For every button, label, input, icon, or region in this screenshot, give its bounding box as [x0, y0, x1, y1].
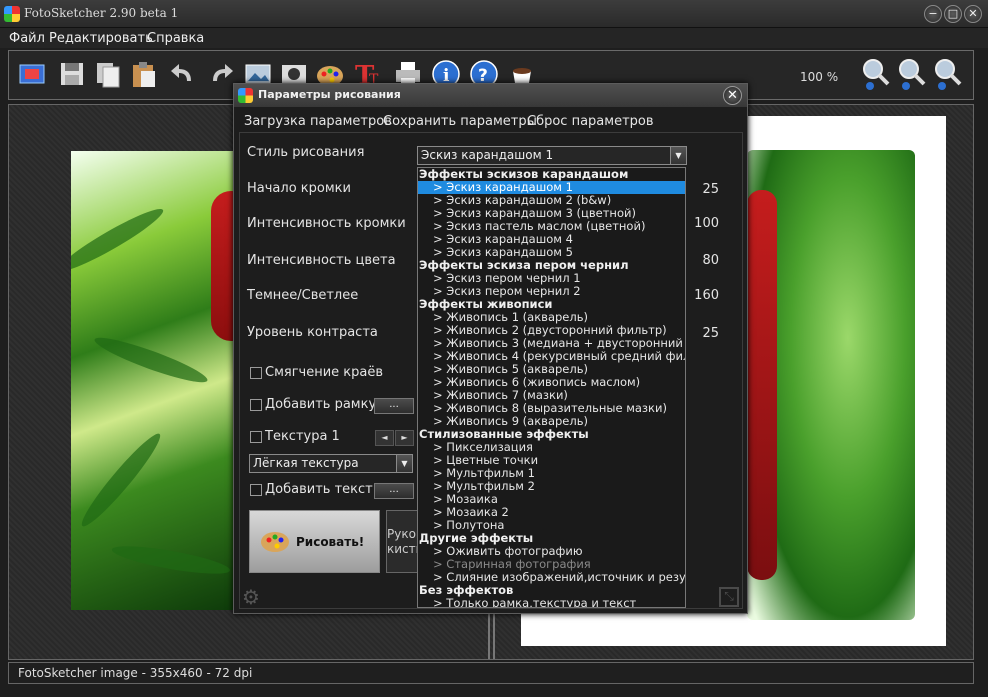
parrot	[747, 190, 777, 580]
menu-help[interactable]: Справка	[147, 31, 204, 46]
open-image-icon[interactable]	[15, 57, 49, 91]
param-label: Начало кромки	[247, 181, 351, 196]
param-label: Интенсивность кромки	[247, 216, 406, 231]
add-text-label: Добавить текст	[265, 482, 373, 497]
status-text: FotoSketcher image - 355x460 - 72 dpi	[18, 666, 253, 680]
zoom-out-icon[interactable]	[859, 57, 893, 91]
add-frame-label: Добавить рамку	[265, 397, 377, 412]
app-icon	[238, 88, 253, 103]
dialog-close-button[interactable]: ✕	[723, 86, 742, 105]
guide-label-line1: Руков	[387, 527, 417, 541]
add-text-checkbox[interactable]	[250, 484, 262, 496]
style-select-value: Эскиз карандашом 1	[421, 148, 554, 162]
paste-icon[interactable]	[127, 57, 161, 91]
sketch-result	[747, 150, 915, 620]
app-icon	[4, 6, 20, 22]
title-bar: FotoSketcher 2.90 beta 1 − □ ✕	[0, 0, 988, 28]
load-parameters-menu[interactable]: Загрузка параметров	[244, 114, 392, 129]
texture-select-value: Лёгкая текстура	[253, 456, 359, 470]
menu-bar: Файл Редактировать Справка	[0, 28, 988, 48]
texture-prev-button[interactable]: ◄	[375, 430, 394, 446]
texture-label: Текстура 1	[265, 429, 340, 444]
minimize-button[interactable]: −	[924, 5, 942, 23]
guide-label-line2: кисти	[387, 542, 417, 556]
style-label: Стиль рисования	[247, 145, 365, 160]
draw-button[interactable]: Рисовать!	[249, 510, 380, 573]
draw-button-label: Рисовать!	[296, 535, 365, 549]
original-photo	[71, 151, 233, 610]
gear-icon[interactable]: ⚙	[242, 585, 260, 609]
zoom-fit-icon[interactable]	[895, 57, 929, 91]
texture-checkbox[interactable]	[250, 431, 262, 443]
reset-parameters-menu[interactable]: Сброс параметров	[527, 114, 654, 129]
dropdown-option[interactable]: > Только рамка,текстура и текст	[418, 597, 685, 608]
dialog-title-bar[interactable]: Параметры рисования ✕	[234, 84, 747, 107]
chevron-down-icon[interactable]: ▼	[396, 455, 412, 472]
menu-file[interactable]: Файл	[9, 31, 45, 46]
texture-next-button[interactable]: ►	[395, 430, 414, 446]
parrot	[211, 191, 233, 341]
save-parameters-menu[interactable]: Сохранить параметры	[383, 114, 537, 129]
param-label: Уровень контраста	[247, 325, 378, 340]
close-button[interactable]: ✕	[964, 5, 982, 23]
param-label: Интенсивность цвета	[247, 253, 396, 268]
brush-guide-button[interactable]: Руков кисти	[386, 510, 418, 573]
palette-icon	[260, 525, 292, 562]
status-bar: FotoSketcher image - 355x460 - 72 dpi	[8, 662, 974, 684]
zoom-in-icon[interactable]	[931, 57, 965, 91]
style-select[interactable]: Эскиз карандашом 1 ▼	[417, 146, 687, 165]
add-frame-checkbox[interactable]	[250, 399, 262, 411]
copy-icon[interactable]	[91, 57, 125, 91]
undo-icon[interactable]	[165, 57, 199, 91]
text-settings-button[interactable]: ...	[374, 483, 414, 499]
maximize-button[interactable]: □	[944, 5, 962, 23]
style-dropdown-list: Эффекты эскизов карандашом > Эскиз каранд…	[417, 167, 686, 608]
save-icon[interactable]	[55, 57, 89, 91]
dialog-title: Параметры рисования	[258, 88, 401, 101]
chevron-down-icon[interactable]: ▼	[670, 147, 686, 164]
texture-select[interactable]: Лёгкая текстура ▼	[249, 454, 413, 473]
window-title: FotoSketcher 2.90 beta 1	[24, 6, 179, 20]
menu-edit[interactable]: Редактировать	[49, 31, 153, 46]
resize-icon[interactable]: ⤡	[719, 587, 739, 607]
param-label: Темнее/Светлее	[247, 288, 359, 303]
smooth-edges-label: Смягчение краёв	[265, 365, 384, 380]
zoom-level: 100 %	[800, 70, 839, 84]
smooth-edges-checkbox[interactable]	[250, 367, 262, 379]
frame-settings-button[interactable]: ...	[374, 398, 414, 414]
